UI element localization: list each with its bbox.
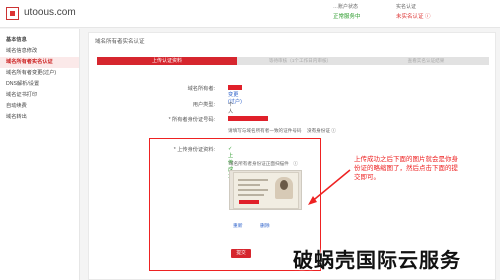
step-result: 查看实名认证结果	[407, 58, 445, 63]
submit-button[interactable]: 提交	[231, 249, 251, 258]
id-number-redacted	[228, 116, 268, 122]
account-status-label: …账户状态	[333, 4, 359, 10]
user-type-label: 用户类型:	[192, 102, 215, 108]
site-logo-icon	[6, 7, 19, 20]
id-hint-row: 请填写与域名所有者一致的证件号码 没有身份证 ⓘ	[228, 128, 336, 134]
step-upload: 上传认证资料	[97, 57, 237, 65]
watermark-text: 破蜗壳国际云服务	[293, 248, 461, 272]
user-type-value: 个人	[228, 102, 234, 115]
owner-label: 域名所有者:	[187, 86, 215, 92]
id-number-label: * 所有者身份证号码:	[168, 117, 215, 123]
sidebar-item-dns[interactable]: DNS解析/设置	[0, 79, 79, 90]
progress-steps: 上传认证资料 等待审核（1个工作日内审核） 查看实名认证结果	[97, 57, 489, 65]
sidebar-item-domain-info-edit[interactable]: 域名信息修改	[0, 46, 79, 57]
sidebar-item-basic-info[interactable]: 基本信息	[0, 35, 79, 46]
realname-status-label: 实名认证	[396, 4, 417, 10]
sidebar-item-certificate[interactable]: 域名证书打印	[0, 90, 79, 101]
realname-status: 实名认证 未实名认证 ⓘ	[396, 3, 431, 20]
account-status-value: 正常服务中	[333, 14, 361, 20]
account-status: …账户状态 正常服务中	[333, 3, 361, 20]
top-header: utoous.com …账户状态 正常服务中 实名认证 未实名认证 ⓘ	[0, 0, 500, 28]
sidebar-item-realname-auth[interactable]: 域名所有者实名认证	[0, 57, 79, 68]
site-logo-text[interactable]: utoous.com	[24, 7, 76, 18]
breadcrumb: 域名所有者实名认证	[95, 39, 145, 45]
annotation-text: 上传成功之后下面的图片就会是你身份证的略缩图了，然后点击下面的提交即可。	[354, 156, 458, 181]
owner-name-redacted	[228, 85, 242, 91]
sidebar-item-transfer-out[interactable]: 域名转出	[0, 112, 79, 123]
id-hint-text: 请填写与域名所有者一致的证件号码	[228, 128, 302, 133]
sidebar: 基本信息 域名信息修改 域名所有者实名认证 域名所有者变更(过户) DNS解析/…	[0, 29, 80, 280]
realname-status-value[interactable]: 未实名认证 ⓘ	[396, 12, 431, 20]
sidebar-item-auto-renew[interactable]: 自动续费	[0, 101, 79, 112]
id-number-value[interactable]	[228, 116, 268, 122]
sidebar-item-owner-transfer[interactable]: 域名所有者变更(过户)	[0, 68, 79, 79]
no-id-link[interactable]: 没有身份证 ⓘ	[307, 128, 336, 133]
step-review: 等待审核（1个工作日内审核）	[268, 58, 332, 63]
